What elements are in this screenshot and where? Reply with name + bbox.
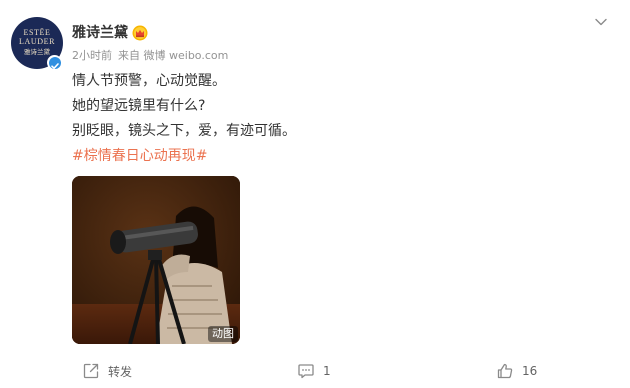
repost-icon <box>83 363 99 379</box>
vip-crown-icon <box>132 25 148 41</box>
comment-button[interactable]: 1 <box>297 359 331 383</box>
chevron-down-icon[interactable] <box>594 15 608 29</box>
comment-icon <box>298 364 314 379</box>
post-media-gif[interactable]: 动图 <box>72 176 240 344</box>
comment-count: 1 <box>323 364 331 378</box>
gif-thumbnail-image <box>72 176 240 344</box>
repost-button[interactable]: 转发 <box>82 359 132 383</box>
post-text-line: 情人节预警，心动觉醒。 <box>72 73 226 89</box>
gif-badge: 动图 <box>208 326 238 342</box>
avatar-brand-text: LAUDER <box>18 37 56 46</box>
thumbs-up-icon <box>497 363 513 379</box>
post-source: 来自 微博 weibo.com <box>118 49 229 62</box>
avatar-brand-text: ESTĒE <box>23 28 51 37</box>
repost-label: 转发 <box>108 364 133 379</box>
hashtag-link[interactable]: #棕情春日心动再现# <box>72 147 207 165</box>
post-time[interactable]: 2小时前 <box>72 49 112 62</box>
post-text-line: 她的望远镜里有什么? <box>72 98 206 114</box>
like-count: 16 <box>522 364 538 378</box>
weibo-post-card: ESTĒE LAUDER 雅诗兰黛 雅诗兰黛 2小时前 来自 微博 weibo.c… <box>0 0 630 388</box>
post-text-line: 别眨眼，镜头之下，爱，有迹可循。 <box>72 123 296 139</box>
verified-check-icon <box>47 55 62 70</box>
post-meta: 2小时前 来自 微博 weibo.com <box>72 49 234 63</box>
account-name[interactable]: 雅诗兰黛 <box>72 24 128 42</box>
like-button[interactable]: 16 <box>496 359 537 383</box>
